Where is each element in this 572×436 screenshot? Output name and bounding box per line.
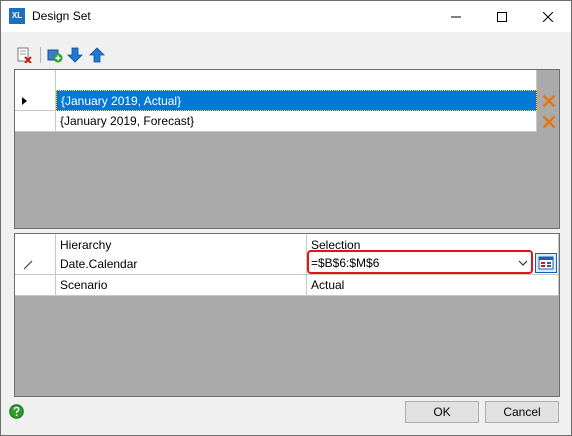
- delete-icon: [542, 94, 555, 107]
- row-header-corner: [15, 70, 56, 91]
- title-bar: XL Design Set: [1, 1, 571, 32]
- grid-header: [15, 70, 537, 91]
- current-row-icon: [22, 97, 27, 105]
- row-header[interactable]: [15, 111, 56, 132]
- delete-icon: [542, 115, 555, 128]
- move-up-button[interactable]: [88, 45, 106, 65]
- selection-cell[interactable]: Actual: [307, 275, 559, 296]
- row-header[interactable]: [15, 254, 56, 275]
- member-sets-grid: {January 2019, Actual} {January 2019, Fo…: [14, 69, 560, 229]
- member-set-cell[interactable]: {January 2019, Forecast}: [56, 111, 537, 132]
- picker-icon: [538, 256, 554, 270]
- maximize-button[interactable]: [479, 1, 525, 32]
- add-icon: [47, 49, 63, 63]
- delete-row-button[interactable]: [540, 113, 557, 130]
- table-row[interactable]: {January 2019, Forecast}: [15, 111, 537, 132]
- row-header[interactable]: [15, 90, 56, 111]
- ok-button[interactable]: OK: [405, 401, 479, 423]
- toolbar-separator: [40, 47, 41, 63]
- clear-button[interactable]: [15, 45, 33, 65]
- window-title: Design Set: [32, 9, 91, 23]
- column-header: [56, 70, 537, 91]
- row-header[interactable]: [15, 275, 56, 296]
- design-set-window: XL Design Set {January 2019, Actual} {Ja…: [0, 0, 572, 436]
- add-button[interactable]: [46, 45, 64, 65]
- move-up-icon: [89, 47, 105, 63]
- move-down-icon: [67, 47, 83, 63]
- row-header-corner: [15, 234, 56, 255]
- hierarchy-column-header[interactable]: Hierarchy: [56, 234, 307, 255]
- help-icon[interactable]: [9, 404, 24, 419]
- close-icon: [543, 11, 553, 22]
- app-icon: XL: [9, 8, 25, 24]
- minimize-button[interactable]: [433, 1, 479, 32]
- move-down-button[interactable]: [66, 45, 84, 65]
- delete-row-button[interactable]: [540, 92, 557, 109]
- close-button[interactable]: [525, 1, 571, 32]
- member-picker-button[interactable]: [535, 253, 557, 273]
- table-row[interactable]: Scenario Actual: [15, 275, 559, 296]
- pencil-icon: [23, 260, 33, 270]
- table-row[interactable]: {January 2019, Actual}: [15, 90, 537, 111]
- hierarchy-cell[interactable]: Scenario: [56, 275, 307, 296]
- clear-icon: [17, 47, 32, 63]
- minimize-icon: [451, 16, 461, 17]
- member-set-cell[interactable]: {January 2019, Actual}: [56, 90, 537, 111]
- hierarchy-cell[interactable]: Date.Calendar: [56, 254, 307, 275]
- highlight-border: [307, 250, 533, 274]
- maximize-icon: [497, 11, 507, 22]
- cancel-button[interactable]: Cancel: [485, 401, 559, 423]
